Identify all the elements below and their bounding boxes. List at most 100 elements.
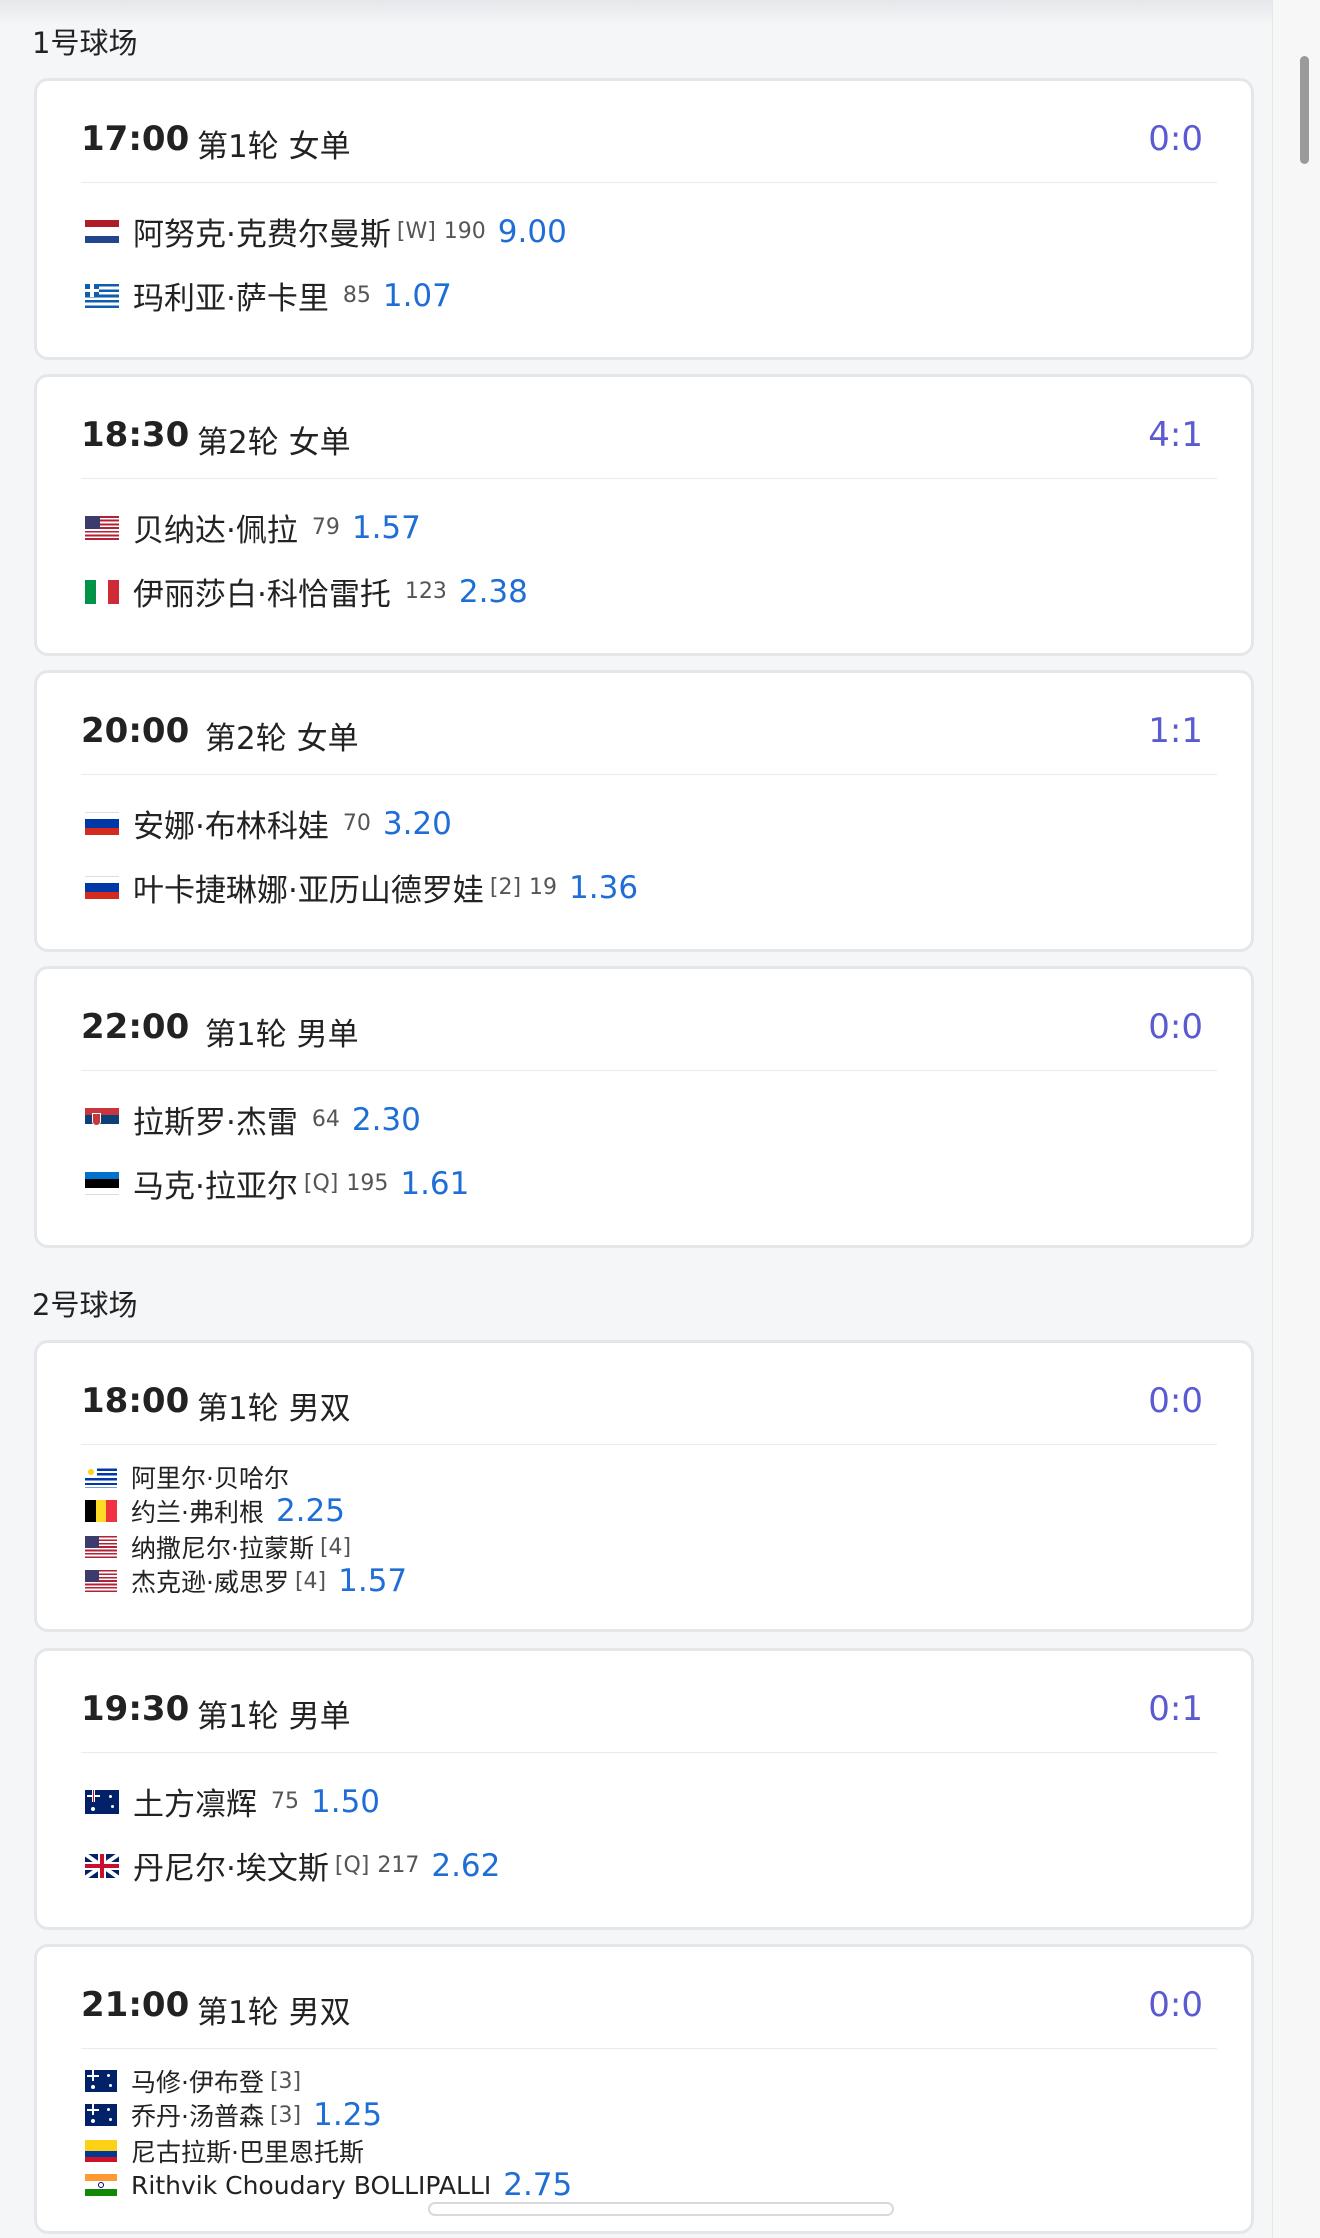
court-title: 2号球场 [32, 1288, 138, 1322]
australia-flag-icon [85, 1789, 119, 1814]
player-name: 纳撒尼尔·拉蒙斯 [131, 1534, 314, 1563]
match-round: 第1轮 男双 [197, 1995, 351, 2031]
scrollbar-thumb[interactable] [1300, 56, 1309, 164]
player-name: 安娜·布林科娃 [133, 809, 329, 845]
match-round: 第1轮 男双 [197, 1391, 351, 1427]
russia-flag-icon [85, 811, 119, 836]
player-rank: 19 [529, 875, 558, 900]
match-round: 第1轮 男单 [197, 1699, 351, 1735]
player-name: 伊丽莎白·科恰雷托 [133, 577, 391, 613]
player-row: 马克·拉亚尔 [Q] 195 1.61 [85, 1161, 469, 1206]
match-card[interactable]: 18:30 第2轮 女单 4:1 贝纳达·佩拉 79 1.57 伊丽莎白·科恰雷… [34, 374, 1254, 656]
player-odds[interactable]: 1.61 [400, 1166, 469, 1202]
australia-flag-icon [85, 2104, 117, 2126]
match-header: 20:00 第2轮 女单 1:1 [81, 673, 1217, 775]
player-name: 土方凛辉 [133, 1787, 257, 1823]
player-odds[interactable]: 1.25 [313, 2097, 382, 2133]
match-card[interactable]: 22:00 第1轮 男单 0:0 拉斯罗·杰雷 64 2.30 马克·拉亚尔 [… [34, 966, 1254, 1248]
player-rank: 190 [443, 219, 486, 244]
serbia-flag-icon [85, 1107, 119, 1132]
uk-flag-icon [85, 1853, 119, 1878]
player-odds[interactable]: 3.20 [383, 806, 452, 842]
match-round: 第1轮 男单 [205, 1017, 359, 1053]
player-name: 杰克逊·威思罗 [131, 1568, 289, 1597]
home-indicator[interactable] [428, 2202, 894, 2216]
italy-flag-icon [85, 579, 119, 604]
player-name: 玛利亚·萨卡里 [133, 281, 329, 317]
scrollbar-track[interactable] [1272, 0, 1320, 2238]
match-time: 18:30 [81, 415, 190, 455]
player-name: 阿里尔·贝哈尔 [131, 1464, 289, 1493]
match-time: 17:00 [81, 119, 190, 159]
player-odds[interactable]: 2.75 [503, 2167, 572, 2203]
match-time: 20:00 [81, 711, 190, 751]
player-seed: [Q] [303, 1171, 339, 1196]
match-score: 0:0 [1148, 1381, 1203, 1421]
match-score: 1:1 [1148, 711, 1203, 751]
player-odds[interactable]: 2.62 [431, 1848, 500, 1884]
player-name: 约兰·弗利根 [131, 1498, 264, 1527]
match-round: 第2轮 女单 [197, 425, 351, 461]
uruguay-flag-icon [85, 1466, 117, 1488]
player-name: 马修·伊布登 [131, 2068, 264, 2097]
player-odds[interactable]: 2.38 [459, 574, 528, 610]
match-header: 21:00 第1轮 男双 0:0 [81, 1947, 1217, 2049]
match-card[interactable]: 20:00 第2轮 女单 1:1 安娜·布林科娃 70 3.20 叶卡捷琳娜·亚… [34, 670, 1254, 952]
match-time: 21:00 [81, 1985, 190, 2025]
player-row: 阿里尔·贝哈尔 [85, 1459, 289, 1495]
player-name: Rithvik Choudary BOLLIPALLI [131, 2170, 492, 2200]
player-odds[interactable]: 1.57 [352, 510, 421, 546]
match-header: 19:30 第1轮 男单 0:1 [81, 1651, 1217, 1753]
player-odds[interactable]: 2.25 [276, 1493, 345, 1529]
player-odds[interactable]: 1.57 [338, 1563, 407, 1599]
match-card[interactable]: 17:00 第1轮 女单 0:0 阿努克·克费尔曼斯 [W] 190 9.00 … [34, 78, 1254, 360]
court-title: 1号球场 [32, 26, 138, 60]
player-row: 尼古拉斯·巴里恩托斯 [85, 2133, 364, 2169]
match-header: 22:00 第1轮 男单 0:0 [81, 969, 1217, 1071]
player-name: 乔丹·汤普森 [131, 2102, 264, 2131]
match-card[interactable]: 21:00 第1轮 男双 0:0 马修·伊布登 [3] 乔丹·汤普森 [3] 1… [34, 1944, 1254, 2234]
player-seed: [W] [396, 219, 436, 244]
match-card[interactable]: 19:30 第1轮 男单 0:1 土方凛辉 75 1.50 丹尼尔·埃文斯 [Q… [34, 1648, 1254, 1930]
player-row: 约兰·弗利根 2.25 [85, 1493, 345, 1529]
player-odds[interactable]: 9.00 [498, 214, 567, 250]
estonia-flag-icon [85, 1171, 119, 1196]
player-row: 安娜·布林科娃 70 3.20 [85, 801, 452, 846]
player-row: 乔丹·汤普森 [3] 1.25 [85, 2097, 382, 2133]
player-name: 贝纳达·佩拉 [133, 513, 298, 549]
player-odds[interactable]: 2.30 [352, 1102, 421, 1138]
player-rank: 85 [342, 283, 371, 308]
player-row: 叶卡捷琳娜·亚历山德罗娃 [2] 19 1.36 [85, 865, 638, 910]
match-round: 第2轮 女单 [205, 721, 359, 757]
player-name: 拉斯罗·杰雷 [133, 1105, 298, 1141]
match-score: 0:1 [1148, 1689, 1203, 1729]
player-name: 马克·拉亚尔 [133, 1169, 298, 1205]
match-round: 第1轮 女单 [197, 129, 351, 165]
match-score: 0:0 [1148, 1007, 1203, 1047]
player-row: 伊丽莎白·科恰雷托 123 2.38 [85, 569, 528, 614]
player-seed: [4] [294, 1568, 327, 1594]
player-odds[interactable]: 1.50 [311, 1784, 380, 1820]
colombia-flag-icon [85, 2140, 117, 2162]
india-flag-icon [85, 2174, 117, 2196]
player-row: 土方凛辉 75 1.50 [85, 1779, 380, 1824]
player-rank: 70 [342, 811, 371, 836]
match-card[interactable]: 18:00 第1轮 男双 0:0 阿里尔·贝哈尔 约兰·弗利根 2.25 纳撒尼… [34, 1340, 1254, 1632]
player-row: 贝纳达·佩拉 79 1.57 [85, 505, 421, 550]
match-header: 17:00 第1轮 女单 0:0 [81, 81, 1217, 183]
player-row: 杰克逊·威思罗 [4] 1.57 [85, 1563, 407, 1599]
netherlands-flag-icon [85, 219, 119, 244]
match-score: 4:1 [1148, 415, 1203, 455]
player-row: 拉斯罗·杰雷 64 2.30 [85, 1097, 421, 1142]
player-row: 丹尼尔·埃文斯 [Q] 217 2.62 [85, 1843, 500, 1888]
player-seed: [3] [269, 2068, 302, 2094]
greece-flag-icon [85, 283, 119, 308]
schedule-page: 1号球场 17:00 第1轮 女单 0:0 阿努克·克费尔曼斯 [W] 190 … [0, 0, 1320, 2238]
player-rank: 75 [271, 1789, 299, 1814]
player-odds[interactable]: 1.07 [383, 278, 452, 314]
match-time: 22:00 [81, 1007, 190, 1047]
player-odds[interactable]: 1.36 [569, 870, 638, 906]
match-header: 18:30 第2轮 女单 4:1 [81, 377, 1217, 479]
player-row: 阿努克·克费尔曼斯 [W] 190 9.00 [85, 209, 567, 254]
match-time: 18:00 [81, 1381, 190, 1421]
